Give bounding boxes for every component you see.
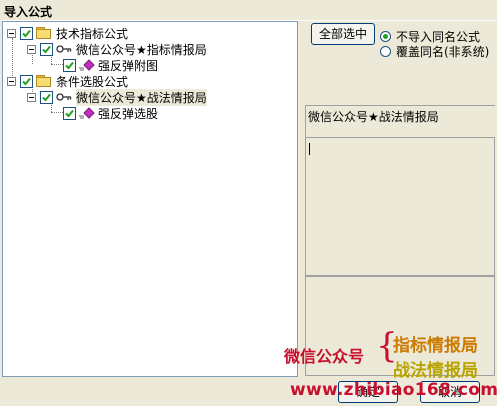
tree-node-label: 强反弹选股	[98, 106, 159, 121]
select-all-button[interactable]: 全部选中	[311, 23, 375, 45]
collapse-toggle[interactable]	[7, 28, 16, 38]
checkbox[interactable]	[20, 26, 33, 40]
title-bar: 导入公式	[0, 0, 497, 21]
watermark-tactics-bureau: 战法情报局	[393, 361, 478, 381]
watermark-url: www.zhibiao168.com	[290, 380, 497, 400]
radio-dot[interactable]	[380, 31, 391, 42]
tree-line	[51, 112, 63, 113]
folder-icon	[36, 26, 52, 40]
tree-node-tactics-bureau[interactable]: 微信公众号★战法情报局	[27, 88, 207, 106]
import-formula-dialog: 导入公式 技术指标公式 微信公众号★指标情报局 强反弹附图 条件选股公式 微信公…	[0, 0, 497, 406]
key-icon	[56, 93, 72, 101]
tree-node-label: 微信公众号★战法情报局	[76, 88, 207, 106]
collapse-toggle[interactable]	[27, 44, 36, 54]
formula-description-textarea[interactable]	[305, 137, 495, 276]
window-title: 导入公式	[4, 5, 53, 19]
tree-node-tech-formulas[interactable]: 技术指标公式	[7, 25, 128, 41]
text-caret	[309, 143, 310, 155]
key-icon	[56, 45, 72, 53]
tree-node-label: 微信公众号★指标情报局	[76, 42, 207, 57]
formula-gem-icon	[79, 107, 95, 119]
folder-icon	[36, 74, 52, 88]
tree-node-rebound-screen[interactable]: 强反弹选股	[63, 105, 158, 121]
collapse-toggle[interactable]	[7, 76, 16, 86]
tree-line	[51, 64, 63, 65]
watermark-wechat: 微信公众号	[284, 347, 365, 366]
tree-node-screening-formulas[interactable]: 条件选股公式	[7, 73, 128, 89]
selected-formula-name: 微信公众号★战法情报局	[305, 105, 495, 137]
checkbox[interactable]	[63, 58, 76, 72]
formula-tree[interactable]: 技术指标公式 微信公众号★指标情报局 强反弹附图 条件选股公式 微信公众号★战法…	[2, 21, 298, 377]
tree-node-label: 技术指标公式	[56, 26, 129, 41]
radio-overwrite-duplicates[interactable]: 覆盖同名(非系统)	[380, 43, 489, 60]
radio-label: 覆盖同名(非系统)	[396, 45, 490, 59]
checkbox[interactable]	[40, 90, 53, 104]
tree-node-label: 强反弹附图	[98, 58, 159, 73]
checkbox[interactable]	[20, 74, 33, 88]
radio-dot[interactable]	[380, 46, 391, 57]
selected-formula-label: 微信公众号★战法情报局	[308, 110, 439, 124]
watermark-indicator-bureau: 指标情报局	[393, 336, 478, 356]
checkbox[interactable]	[63, 106, 76, 120]
tree-node-label: 条件选股公式	[56, 74, 129, 89]
tree-node-rebound-chart[interactable]: 强反弹附图	[63, 57, 158, 73]
formula-gem-icon	[79, 59, 95, 71]
checkbox[interactable]	[40, 42, 53, 56]
collapse-toggle[interactable]	[27, 92, 36, 102]
tree-node-indicator-bureau[interactable]: 微信公众号★指标情报局	[27, 41, 207, 57]
